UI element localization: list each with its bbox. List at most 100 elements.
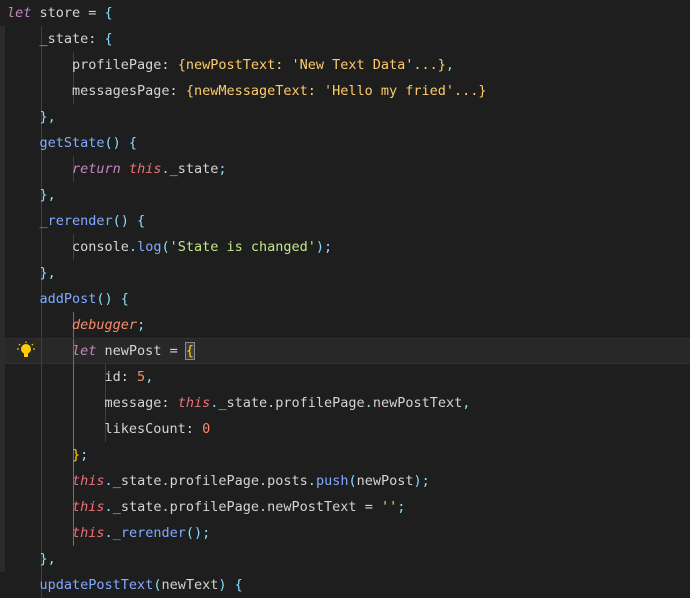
code-token: () { — [96, 291, 129, 307]
code-line[interactable]: }, — [0, 104, 690, 130]
code-token: ( — [348, 473, 357, 489]
code-text: messagesPage: {newMessageText: 'Hello my… — [7, 78, 487, 104]
code-line[interactable]: }, — [0, 546, 690, 572]
code-token: . — [364, 395, 373, 411]
code-line[interactable]: updatePostText(newText) { — [0, 572, 690, 598]
code-line[interactable]: }; — [0, 442, 690, 468]
gutter-marker — [0, 312, 5, 338]
gutter-marker — [0, 104, 5, 130]
code-token: }, — [39, 187, 56, 203]
gutter-marker — [0, 468, 5, 494]
code-token: , — [462, 395, 471, 411]
code-line[interactable]: return this._state; — [0, 156, 690, 182]
code-text: addPost() { — [7, 286, 129, 312]
code-editor[interactable]: let store = { _state: { profilePage: {ne… — [0, 0, 690, 598]
code-text: getState() { — [7, 130, 138, 156]
lightbulb-icon[interactable] — [16, 341, 36, 361]
code-line[interactable]: _rerender() { — [0, 208, 690, 234]
code-text: this._rerender(); — [7, 520, 210, 546]
code-token: '' — [380, 499, 398, 515]
code-token: ( — [161, 239, 170, 255]
code-token: let — [7, 5, 32, 21]
code-token: getState — [39, 135, 105, 151]
code-line[interactable]: profilePage: {newPostText: 'New Text Dat… — [0, 52, 690, 78]
code-text: this._state.profilePage.posts.push(newPo… — [7, 468, 430, 494]
code-token: _state — [218, 395, 268, 411]
gutter-marker — [0, 520, 5, 546]
gutter-marker — [0, 26, 5, 52]
code-line[interactable]: message: this._state.profilePage.newPost… — [0, 390, 690, 416]
code-token: _rerender — [39, 213, 113, 229]
code-line[interactable]: }, — [0, 182, 690, 208]
code-line[interactable]: this._state.profilePage.newPostText = ''… — [0, 494, 690, 520]
code-token: () { — [104, 135, 138, 151]
code-line[interactable]: console.log('State is changed'); — [0, 234, 690, 260]
code-token: newPost — [356, 473, 414, 489]
gutter-marker — [0, 546, 5, 572]
gutter-marker — [0, 234, 5, 260]
code-text: let store = { — [7, 0, 113, 26]
code-token: , — [445, 57, 455, 73]
code-token: ; — [137, 317, 146, 333]
code-text: debugger; — [7, 312, 145, 338]
code-token: () { — [112, 213, 146, 229]
code-text: _state: { — [7, 26, 113, 52]
code-token: . — [128, 239, 138, 255]
code-line[interactable]: }, — [0, 260, 690, 286]
code-line[interactable]: let store = { — [0, 0, 690, 26]
code-token: . — [161, 499, 170, 515]
code-token: ) { — [218, 577, 243, 593]
code-text: likesCount: 0 — [7, 416, 211, 442]
code-token: } — [72, 447, 81, 463]
code-token: push — [315, 473, 349, 489]
code-token: profilePage — [275, 395, 365, 411]
code-token: . — [161, 473, 170, 489]
code-line[interactable]: likesCount: 0 — [0, 416, 690, 442]
gutter-marker — [0, 156, 5, 182]
code-token: 'State is changed' — [169, 239, 316, 255]
code-text: message: this._state.profilePage.newPost… — [7, 390, 471, 416]
code-token: . — [104, 525, 113, 541]
code-token: newPost = — [104, 343, 186, 359]
code-line[interactable]: this._state.profilePage.posts.push(newPo… — [0, 468, 690, 494]
code-line[interactable]: messagesPage: {newMessageText: 'Hello my… — [0, 78, 690, 104]
code-line[interactable]: this._rerender(); — [0, 520, 690, 546]
code-token: _state — [112, 499, 162, 515]
code-token: this — [177, 395, 211, 411]
code-token: _state — [112, 473, 162, 489]
code-text: this._state.profilePage.newPostText = ''… — [7, 494, 405, 520]
code-token: posts — [267, 473, 308, 489]
code-line[interactable]: getState() { — [0, 130, 690, 156]
code-text: _rerender() { — [7, 208, 146, 234]
code-token: debugger — [72, 317, 138, 333]
gutter-marker — [0, 182, 5, 208]
gutter-marker — [0, 494, 5, 520]
code-token: . — [161, 161, 170, 177]
code-line[interactable]: debugger; — [0, 312, 690, 338]
code-token: { — [184, 342, 195, 360]
gutter-marker — [0, 130, 5, 156]
gutter-marker — [0, 208, 5, 234]
gutter-marker — [0, 78, 5, 104]
gutter-marker — [0, 390, 5, 416]
gutter-marker — [0, 260, 5, 286]
code-line[interactable]: _state: { — [0, 26, 690, 52]
code-token: this — [72, 473, 105, 489]
code-line[interactable]: let newPost = { — [0, 338, 690, 365]
code-token: }, — [39, 265, 56, 281]
code-line[interactable]: addPost() { — [0, 286, 690, 312]
code-token: . — [259, 499, 268, 515]
gutter-marker — [0, 286, 5, 312]
gutter-marker — [0, 52, 5, 78]
code-token: ); — [413, 473, 430, 489]
code-line[interactable]: id: 5, — [0, 364, 690, 390]
code-token: updatePostText — [39, 577, 154, 593]
code-token: messagesPage: — [7, 83, 186, 99]
code-token: profilePage — [169, 473, 260, 489]
code-token: _state — [169, 161, 219, 177]
